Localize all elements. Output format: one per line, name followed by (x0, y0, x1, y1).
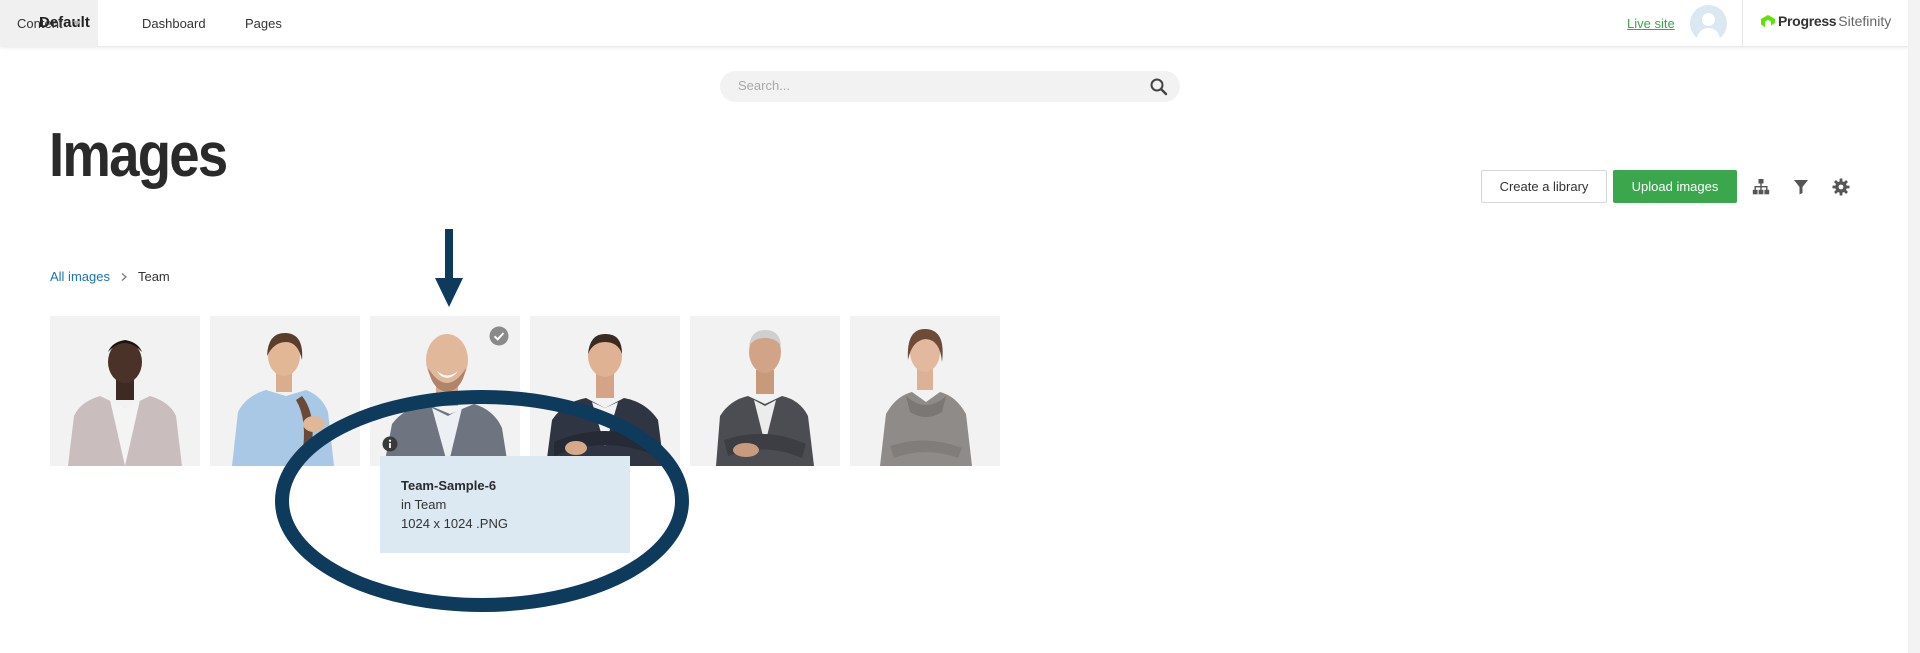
portrait-man-blazer-icon (68, 340, 182, 466)
filter-icon[interactable] (1791, 177, 1811, 197)
brand-sitefinity-text: Sitefinity (1838, 13, 1892, 29)
image-thumbnail[interactable] (50, 316, 200, 466)
nav-dashboard[interactable]: Dashboard (142, 16, 206, 31)
image-thumbnail[interactable] (690, 316, 840, 466)
caret-down-icon (73, 21, 81, 26)
nav-content-label: Content (17, 16, 63, 31)
portrait-older-man-icon (716, 330, 814, 466)
portrait-woman-grey-sweater-icon (880, 328, 972, 466)
gear-icon[interactable] (1831, 177, 1851, 197)
brand-logo: Progress Sitefinity (1760, 13, 1891, 29)
breadcrumb-current: Team (137, 269, 170, 284)
annotation-arrow-icon (435, 229, 463, 307)
page-title: Images (49, 121, 228, 190)
hierarchy-icon[interactable] (1751, 177, 1771, 197)
annotation-ellipse (275, 390, 689, 612)
create-library-button[interactable]: Create a library (1481, 170, 1607, 203)
divider (1742, 0, 1743, 47)
progress-logo-icon (1761, 15, 1775, 27)
breadcrumb: All images Team (50, 269, 170, 284)
live-site-link[interactable]: Live site (1627, 16, 1675, 31)
search-input[interactable] (738, 78, 1138, 93)
top-bar: Default Dashboard Pages Content Live sit… (0, 0, 1908, 47)
selected-check-icon[interactable] (489, 326, 509, 346)
search-icon[interactable] (1149, 77, 1169, 97)
avatar-body (1697, 28, 1720, 42)
search-box (720, 71, 1180, 102)
brand-progress-text: Progress (1778, 13, 1837, 29)
page-scrollbar[interactable] (1908, 0, 1920, 653)
upload-images-button[interactable]: Upload images (1613, 170, 1737, 203)
image-thumbnail[interactable] (850, 316, 1000, 466)
avatar-head (1702, 13, 1715, 26)
breadcrumb-all-images-link[interactable]: All images (50, 269, 110, 284)
nav-pages[interactable]: Pages (245, 16, 282, 31)
chevron-right-icon (121, 272, 127, 281)
user-avatar[interactable] (1690, 5, 1727, 42)
